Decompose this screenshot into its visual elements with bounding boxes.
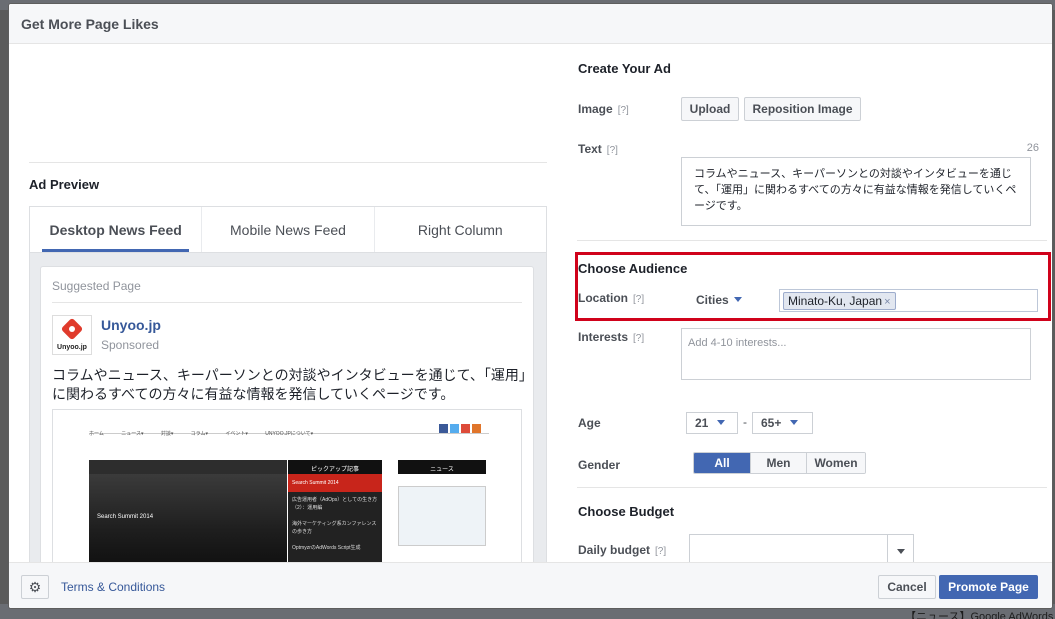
site-nav-item: ホーム (89, 431, 104, 437)
facebook-icon (439, 424, 448, 433)
site-nav-item: ニュース▾ (121, 431, 144, 437)
age-min-value: 21 (695, 416, 709, 430)
help-icon[interactable]: [?] (618, 105, 629, 116)
preview-feed-area: Suggested Page Unyoo.jp Unyoo.jp Sponsor… (29, 252, 547, 596)
interests-placeholder: Add 4-10 interests... (688, 337, 787, 349)
rss-icon (472, 424, 481, 433)
tab-right-column[interactable]: Right Column (375, 207, 546, 252)
chevron-down-icon (717, 420, 726, 425)
site-nav-item: 対談▾ (160, 431, 174, 437)
logo-mark-icon (60, 317, 84, 341)
twitter-icon (450, 424, 459, 433)
help-icon[interactable]: [?] (633, 294, 644, 305)
site-nav-item: イベント▾ (225, 431, 248, 437)
chevron-down-icon (790, 420, 799, 425)
location-input[interactable]: Minato-Ku, Japan × (779, 289, 1038, 312)
help-icon[interactable]: [?] (655, 546, 666, 557)
reposition-image-button[interactable]: Reposition Image (744, 97, 861, 121)
interests-input[interactable]: Add 4-10 interests... (681, 328, 1031, 380)
gender-label: Gender (578, 458, 621, 472)
pickup-item: OptmyzrのAdWords Script生成 (292, 545, 361, 551)
social-icons (439, 424, 481, 433)
location-token: Minato-Ku, Japan × (783, 292, 896, 310)
location-label: Location [?] (578, 291, 644, 305)
location-type-value: Cities (696, 293, 729, 307)
dialog-title: Get More Page Likes (21, 16, 159, 32)
sponsored-label: Sponsored (101, 338, 160, 352)
gender-all-button[interactable]: All (694, 453, 751, 473)
pickup-highlight: Search Summit 2014 (288, 474, 382, 492)
site-hero: Search Summit 2014 (89, 460, 287, 572)
text-label-text: Text (578, 142, 602, 156)
ad-preview-panel: Ad Preview Desktop News Feed Mobile News… (29, 44, 547, 596)
page-name-link[interactable]: Unyoo.jp (101, 317, 161, 333)
news-thumbnail (398, 486, 486, 546)
upload-button[interactable]: Upload (681, 97, 739, 121)
cancel-button[interactable]: Cancel (878, 575, 936, 599)
image-label-text: Image (578, 102, 613, 116)
ad-text-field[interactable]: コラムやニュース、キーパーソンとの対談やインタビューを通じて、「運用」に関わるす… (681, 157, 1031, 226)
google-plus-icon (461, 424, 470, 433)
age-label: Age (578, 416, 601, 430)
pickup-item: 海外マーケティング系カンファレンスの歩き方 (292, 521, 377, 535)
daily-budget-label: Daily budget [?] (578, 543, 666, 557)
ad-preview-label: Ad Preview (29, 177, 100, 192)
news-heading: ニュース (398, 460, 486, 474)
interests-label-text: Interests (578, 330, 629, 344)
promote-page-button[interactable]: Promote Page (939, 575, 1038, 599)
daily-budget-label-text: Daily budget (578, 543, 651, 557)
site-nav: ホーム ニュース▾ 対談▾ コラム▾ イベント▾ UNYOO.JPについて▾ (89, 424, 489, 437)
suggested-page-label: Suggested Page (52, 279, 141, 293)
help-icon[interactable]: [?] (607, 145, 618, 156)
divider (577, 487, 1047, 488)
remove-token-icon[interactable]: × (884, 296, 890, 308)
divider (577, 240, 1047, 241)
gear-icon: ⚙ (28, 579, 42, 595)
preview-tabs: Desktop News Feed Mobile News Feed Right… (29, 206, 547, 252)
gender-selector: All Men Women (693, 452, 866, 474)
terms-conditions-link[interactable]: Terms & Conditions (61, 580, 165, 594)
pickup-item: 広告運用者（AdOps）としての生き方（2）：運用編 (292, 497, 378, 511)
image-label: Image [?] (578, 102, 629, 116)
age-separator: - (743, 415, 747, 429)
choose-audience-heading: Choose Audience (578, 261, 688, 276)
gender-women-button[interactable]: Women (807, 453, 865, 473)
gender-men-button[interactable]: Men (751, 453, 807, 473)
interests-label: Interests [?] (578, 330, 644, 344)
ad-body-text: コラムやニュース、キーパーソンとの対談やインタビューを通じて、「運用」に関わるす… (52, 367, 526, 402)
tab-mobile-news-feed[interactable]: Mobile News Feed (202, 207, 375, 252)
conference-photo (89, 474, 287, 572)
dialog-footer: ⚙ Terms & Conditions Cancel Promote Page (9, 562, 1052, 608)
hero-caption: Search Summit 2014 (97, 514, 154, 520)
chevron-down-icon (733, 297, 742, 302)
tab-desktop-news-feed[interactable]: Desktop News Feed (30, 207, 203, 252)
help-icon[interactable]: [?] (633, 333, 644, 344)
text-label: Text [?] (578, 142, 618, 156)
age-min-select[interactable]: 21 (686, 412, 738, 434)
page-logo[interactable]: Unyoo.jp (52, 315, 92, 355)
get-more-page-likes-dialog: Get More Page Likes Ad Preview Desktop N… (8, 3, 1053, 609)
logo-text: Unyoo.jp (57, 344, 87, 351)
create-ad-form: Create Your Ad Image [?] Upload Repositio… (575, 44, 1051, 568)
age-max-value: 65+ (761, 416, 782, 430)
age-max-select[interactable]: 65+ (752, 412, 813, 434)
create-ad-heading: Create Your Ad (578, 61, 671, 76)
settings-button[interactable]: ⚙ (21, 575, 49, 599)
site-nav-item: UNYOO.JPについて▾ (265, 431, 314, 437)
dialog-header: Get More Page Likes (9, 4, 1052, 44)
divider (29, 162, 547, 163)
location-label-text: Location (578, 291, 628, 305)
ad-preview-card: Suggested Page Unyoo.jp Unyoo.jp Sponsor… (40, 266, 534, 596)
pickup-heading: ピックアップ記事 (288, 460, 382, 474)
site-nav-item: コラム▾ (190, 431, 209, 437)
location-type-dropdown[interactable]: Cities (696, 293, 742, 307)
choose-budget-heading: Choose Budget (578, 504, 675, 519)
location-token-label: Minato-Ku, Japan (788, 294, 883, 308)
character-counter: 26 (1026, 142, 1039, 154)
background-news-snippet: 【ニュース】Google AdWords (905, 611, 1054, 619)
divider (52, 302, 522, 303)
